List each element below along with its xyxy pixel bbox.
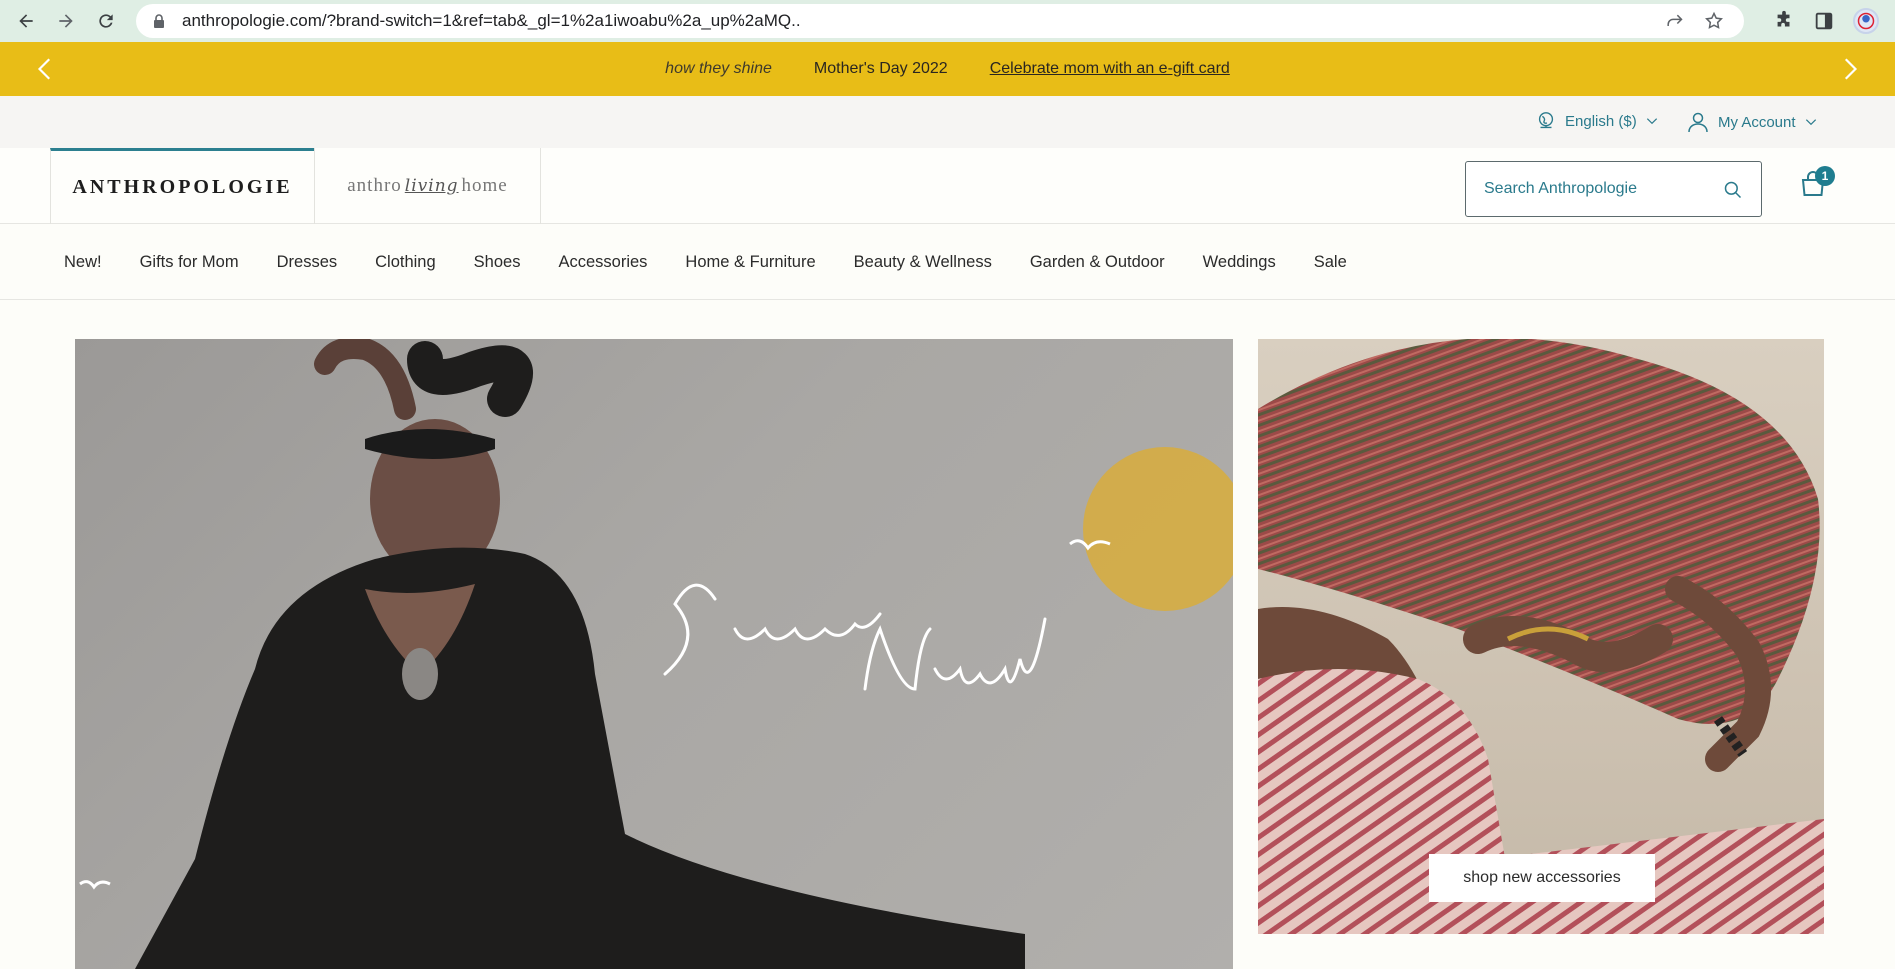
utility-bar: English ($) My Account — [0, 96, 1895, 148]
nav-item-home-furniture[interactable]: Home & Furniture — [685, 253, 815, 272]
promo-egift-link[interactable]: Celebrate mom with an e-gift card — [990, 60, 1230, 78]
language-label: English ($) — [1565, 112, 1637, 130]
anthropologie-logo: ANTHROPOLOGIE — [72, 176, 293, 198]
profile-avatar[interactable] — [1853, 8, 1879, 34]
account-label: My Account — [1718, 113, 1796, 131]
extensions-icon[interactable] — [1773, 10, 1795, 32]
globe-icon — [1538, 112, 1554, 129]
user-avatar-icon — [1857, 12, 1875, 30]
anthroliving-logo-right: home — [461, 175, 508, 196]
site-header: ANTHROPOLOGIE anthrolivinghome 1 — [0, 148, 1895, 224]
promo-bar: how they shine Mother's Day 2022 Celebra… — [0, 42, 1895, 96]
shop-new-accessories-button[interactable]: shop new accessories — [1429, 854, 1655, 902]
hero-side-banner[interactable]: shop new accessories — [1258, 339, 1824, 934]
lock-icon — [154, 14, 164, 28]
anthroliving-logo-mid: living — [404, 176, 459, 196]
chevron-down-icon — [1805, 119, 1816, 126]
nav-item-sale[interactable]: Sale — [1314, 253, 1347, 272]
nav-item-new[interactable]: New! — [64, 253, 102, 272]
anthroliving-logo-left: anthro — [347, 175, 402, 196]
nav-item-accessories[interactable]: Accessories — [558, 253, 647, 272]
account-menu[interactable]: My Account — [1686, 110, 1818, 134]
address-bar[interactable]: anthropologie.com/?brand-switch=1&ref=ta… — [136, 4, 1744, 38]
browser-toolbar: anthropologie.com/?brand-switch=1&ref=ta… — [0, 0, 1895, 42]
star-icon[interactable] — [1704, 11, 1724, 31]
search-input[interactable] — [1466, 180, 1706, 198]
reload-icon — [99, 14, 113, 28]
share-icon[interactable] — [1664, 11, 1684, 31]
nav-item-beauty-wellness[interactable]: Beauty & Wellness — [854, 253, 992, 272]
reload-button[interactable] — [92, 7, 120, 35]
nav-item-garden-outdoor[interactable]: Garden & Outdoor — [1030, 253, 1165, 272]
search-box — [1465, 161, 1762, 217]
promo-event: Mother's Day 2022 — [813, 60, 948, 77]
promo-tagline: how they shine — [665, 60, 772, 77]
hero-side-image — [1258, 339, 1824, 934]
brand-tab-anthroliving[interactable]: anthro living home — [314, 148, 541, 224]
side-panel-icon[interactable] — [1813, 10, 1835, 32]
arrow-right-icon — [59, 14, 73, 28]
chevron-down-icon — [1646, 118, 1657, 125]
nav-item-weddings[interactable]: Weddings — [1203, 253, 1276, 272]
forward-button[interactable] — [52, 7, 80, 35]
anthroliving-logo: anthro living home — [347, 175, 508, 197]
nav-item-clothing[interactable]: Clothing — [375, 253, 436, 272]
brand-tab-anthropologie[interactable]: ANTHROPOLOGIE — [50, 148, 315, 224]
hero-main-image — [79, 339, 1233, 969]
search-icon[interactable] — [1723, 180, 1743, 200]
language-selector[interactable]: English ($) — [1535, 110, 1659, 132]
category-nav: New! Gifts for Mom Dresses Clothing Shoe… — [0, 225, 1895, 300]
promo-items: how they shine Mother's Day 2022 Celebra… — [665, 60, 1230, 78]
arrow-left-icon — [19, 14, 33, 28]
nav-item-shoes[interactable]: Shoes — [474, 253, 521, 272]
promo-next-arrow-icon[interactable] — [1836, 56, 1862, 82]
cart-count-badge: 1 — [1815, 166, 1835, 186]
user-icon — [1688, 112, 1708, 133]
back-button[interactable] — [12, 7, 40, 35]
promo-prev-arrow-icon[interactable] — [33, 56, 59, 82]
nav-item-dresses[interactable]: Dresses — [277, 253, 338, 272]
nav-item-gifts-for-mom[interactable]: Gifts for Mom — [140, 253, 239, 272]
cart-button[interactable]: 1 — [1799, 166, 1839, 206]
url-text: anthropologie.com/?brand-switch=1&ref=ta… — [182, 11, 801, 30]
hero-main-banner[interactable] — [75, 339, 1233, 969]
